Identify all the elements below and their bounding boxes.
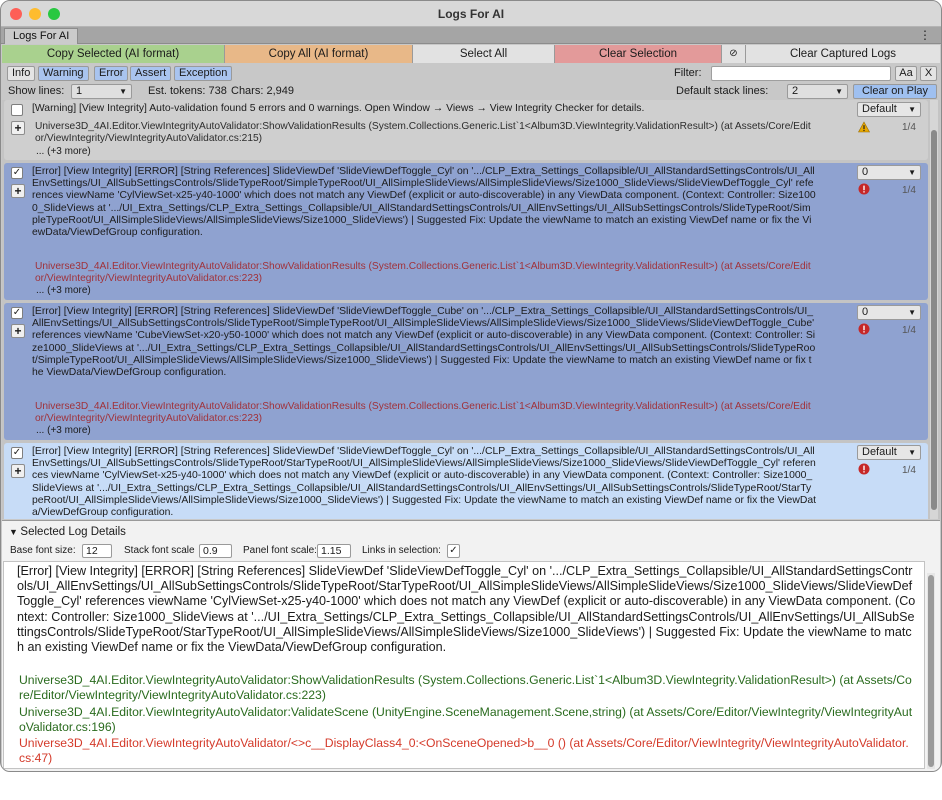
- chevron-down-icon: ▼: [908, 448, 916, 457]
- entry-stack-lines-dropdown[interactable]: Default ▼: [857, 445, 921, 460]
- show-lines-value: 1: [76, 85, 83, 97]
- scrollbar-thumb[interactable]: [931, 130, 937, 510]
- entry-stack-lines-value: 0: [862, 306, 869, 318]
- char-count: Chars: 2,949: [231, 85, 294, 97]
- entry-occurrence-count: 1/4: [902, 325, 916, 336]
- error-icon: [858, 183, 870, 195]
- clear-captured-logs-button[interactable]: Clear Captured Logs: [746, 45, 940, 63]
- filter-error-toggle[interactable]: Error: [94, 66, 129, 81]
- details-text-area[interactable]: [Error] [View Integrity] [ERROR] [String…: [3, 561, 925, 769]
- entry-message[interactable]: [Error] [View Integrity] [ERROR] [String…: [32, 446, 816, 519]
- entry-stack-trace[interactable]: Universe3D_4AI.Editor.ViewIntegrityAutoV…: [35, 401, 815, 425]
- link-toggle-icon[interactable]: ⊘: [722, 45, 746, 63]
- entry-more-frames[interactable]: ... (+3 more): [36, 285, 91, 297]
- details-stack-frame[interactable]: Universe3D_4AI.Editor.ViewIntegrityAutoV…: [19, 736, 914, 766]
- stack-font-scale-label: Stack font scale: [124, 545, 195, 556]
- filter-input[interactable]: [711, 66, 891, 81]
- entry-select-checkbox[interactable]: ✓: [11, 167, 23, 179]
- copy-selected-button[interactable]: Copy Selected (AI format): [2, 45, 225, 63]
- entry-more-frames[interactable]: ... (+3 more): [36, 425, 91, 437]
- filter-info-toggle[interactable]: Info: [7, 66, 36, 81]
- panel-font-scale-input[interactable]: 1.15: [317, 544, 351, 558]
- tab-bar: Logs For AI ⋮: [1, 27, 941, 44]
- filter-row: Info Warning Error Assert Exception Filt…: [2, 64, 940, 82]
- log-list-scrollbar[interactable]: [930, 100, 938, 519]
- token-estimate: Est. tokens: 738: [148, 85, 227, 97]
- log-entry-error[interactable]: ✓ + [Error] [View Integrity] [ERROR] [St…: [4, 163, 928, 300]
- filter-label: Filter:: [674, 67, 702, 79]
- panel-font-scale-label: Panel font scale:: [243, 545, 317, 556]
- entry-more-frames[interactable]: ... (+3 more): [36, 146, 91, 158]
- log-entry-selected[interactable]: ✓ + [Error] [View Integrity] [ERROR] [St…: [4, 443, 928, 519]
- expand-entry-button[interactable]: +: [11, 324, 25, 338]
- entry-stack-lines-value: Default: [862, 103, 897, 115]
- entry-message[interactable]: [Error] [View Integrity] [ERROR] [String…: [32, 306, 816, 379]
- entry-stack-lines-dropdown[interactable]: 0 ▼: [857, 305, 921, 320]
- details-title: Selected Log Details: [20, 526, 126, 538]
- default-stack-lines-value: 2: [792, 85, 799, 97]
- chevron-down-icon: ▼: [908, 308, 916, 317]
- entry-stack-lines-value: 0: [862, 166, 869, 178]
- links-in-selection-checkbox[interactable]: ✓: [447, 544, 460, 558]
- chevron-down-icon: ▼: [835, 87, 843, 96]
- entry-occurrence-count: 1/4: [902, 185, 916, 196]
- entry-occurrence-count: 1/4: [902, 122, 916, 133]
- entry-stack-trace[interactable]: Universe3D_4AI.Editor.ViewIntegrityAutoV…: [35, 121, 815, 145]
- show-lines-label: Show lines:: [8, 85, 65, 97]
- chevron-down-icon: ▼: [908, 168, 916, 177]
- details-scrollbar[interactable]: [927, 573, 935, 769]
- window-title: Logs For AI: [437, 7, 505, 21]
- details-stack-frame[interactable]: Universe3D_4AI.Editor.ViewIntegrityAutoV…: [19, 705, 914, 735]
- error-icon: [858, 323, 870, 335]
- clear-on-play-toggle[interactable]: Clear on Play: [853, 84, 937, 99]
- expand-entry-button[interactable]: +: [11, 464, 25, 478]
- entry-message[interactable]: [Warning] [View Integrity] Auto-validati…: [32, 103, 816, 115]
- selected-log-details-panel: ▼ Selected Log Details Base font size: 1…: [2, 520, 940, 771]
- entry-stack-trace[interactable]: Universe3D_4AI.Editor.ViewIntegrityAutoV…: [35, 261, 815, 285]
- default-stack-lines-dropdown[interactable]: 2 ▼: [787, 84, 848, 99]
- expand-entry-button[interactable]: +: [11, 121, 25, 135]
- entry-message[interactable]: [Error] [View Integrity] [ERROR] [String…: [32, 166, 816, 239]
- more-menu-icon[interactable]: ⋮: [919, 28, 931, 42]
- default-stack-lines-label: Default stack lines:: [676, 85, 769, 97]
- scrollbar-thumb[interactable]: [928, 575, 934, 767]
- log-entry-warning[interactable]: + [Warning] [View Integrity] Auto-valida…: [4, 100, 928, 160]
- warning-icon: [858, 121, 870, 133]
- window: Logs For AI Logs For AI ⋮ Copy Selected …: [0, 0, 942, 772]
- collapse-triangle-icon[interactable]: ▼: [9, 527, 20, 537]
- entry-stack-lines-value: Default: [862, 446, 897, 458]
- entry-stack-lines-dropdown[interactable]: Default ▼: [857, 102, 921, 117]
- base-font-size-label: Base font size:: [10, 545, 76, 556]
- entry-select-checkbox[interactable]: ✓: [11, 307, 23, 319]
- base-font-size-input[interactable]: 12: [82, 544, 112, 558]
- clear-selection-button[interactable]: Clear Selection: [555, 45, 722, 63]
- stats-row: Show lines: 1 ▼ Est. tokens: 738 Chars: 2…: [2, 82, 940, 100]
- filter-warning-toggle[interactable]: Warning: [38, 66, 89, 81]
- links-in-selection-label: Links in selection:: [362, 545, 441, 556]
- entry-select-checkbox[interactable]: [11, 104, 23, 116]
- filter-exception-toggle[interactable]: Exception: [174, 66, 233, 81]
- details-header[interactable]: ▼ Selected Log Details: [9, 526, 126, 538]
- expand-entry-button[interactable]: +: [11, 184, 25, 198]
- chevron-down-icon: ▼: [908, 105, 916, 114]
- details-stack-frame[interactable]: Universe3D_4AI.Editor.ViewIntegrityAutoV…: [19, 673, 914, 703]
- match-case-button[interactable]: Aa: [895, 66, 917, 81]
- copy-all-button[interactable]: Copy All (AI format): [225, 45, 413, 63]
- stack-font-scale-input[interactable]: 0.9: [199, 544, 232, 558]
- tab-logs-for-ai[interactable]: Logs For AI: [4, 28, 79, 44]
- action-toolbar: Copy Selected (AI format) Copy All (AI f…: [2, 45, 940, 63]
- details-message[interactable]: [Error] [View Integrity] [ERROR] [String…: [17, 564, 917, 655]
- entry-select-checkbox[interactable]: ✓: [11, 447, 23, 459]
- title-bar: Logs For AI: [1, 1, 941, 27]
- error-icon: [858, 463, 870, 475]
- log-list: + [Warning] [View Integrity] Auto-valida…: [2, 100, 940, 519]
- chevron-down-icon: ▼: [119, 87, 127, 96]
- entry-occurrence-count: 1/4: [902, 465, 916, 476]
- show-lines-dropdown[interactable]: 1 ▼: [71, 84, 132, 99]
- select-all-button[interactable]: Select All: [413, 45, 555, 63]
- filter-assert-toggle[interactable]: Assert: [130, 66, 172, 81]
- entry-stack-lines-dropdown[interactable]: 0 ▼: [857, 165, 921, 180]
- log-entry-error[interactable]: ✓ + [Error] [View Integrity] [ERROR] [St…: [4, 303, 928, 440]
- clear-filter-button[interactable]: X: [920, 66, 937, 81]
